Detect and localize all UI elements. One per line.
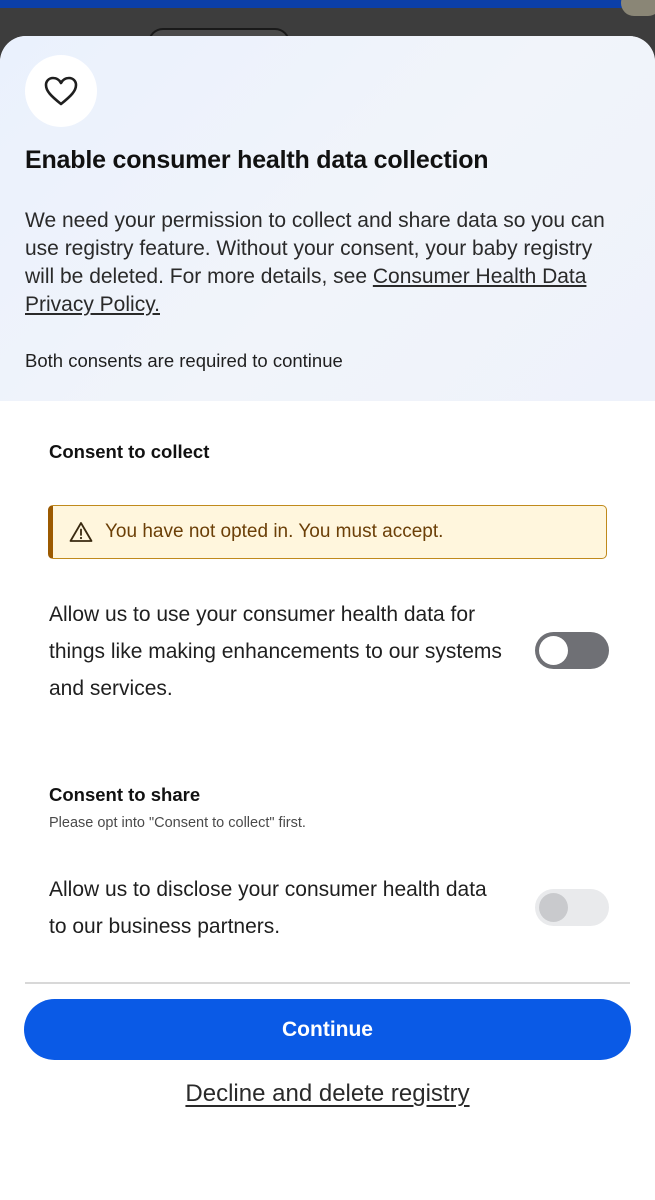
- share-consent-toggle[interactable]: [535, 889, 609, 926]
- opt-in-warning-banner: You have not opted in. You must accept.: [48, 505, 607, 559]
- warning-triangle-icon: [69, 522, 93, 542]
- toggle-knob: [539, 636, 568, 665]
- divider: [25, 982, 630, 984]
- page-title: Enable consumer health data collection: [25, 146, 489, 174]
- collect-consent-toggle[interactable]: [535, 632, 609, 669]
- consent-description: We need your permission to collect and s…: [25, 207, 625, 319]
- app-header-band: [0, 0, 655, 8]
- share-consent-text: Allow us to disclose your consumer healt…: [49, 878, 487, 938]
- decline-and-delete-link[interactable]: Decline and delete registry: [185, 1080, 469, 1107]
- sheet-header: Enable consumer health data collection W…: [0, 36, 655, 401]
- requirement-note: Both consents are required to continue: [25, 350, 343, 371]
- background-corner-element: [621, 0, 655, 16]
- continue-button[interactable]: Continue: [24, 999, 631, 1060]
- share-subtext: Please opt into "Consent to collect" fir…: [49, 815, 306, 831]
- share-heading: Consent to share: [49, 784, 201, 805]
- heart-icon-badge: [25, 55, 97, 127]
- warning-text: You have not opted in. You must accept.: [105, 521, 444, 542]
- toggle-knob: [539, 893, 568, 922]
- collect-consent-text: Allow us to use your consumer health dat…: [49, 603, 502, 700]
- decline-link-wrapper: Decline and delete registry: [0, 1080, 655, 1108]
- collect-heading: Consent to collect: [49, 441, 210, 462]
- consent-bottom-sheet: Enable consumer health data collection W…: [0, 36, 655, 1200]
- heart-icon: [44, 76, 78, 106]
